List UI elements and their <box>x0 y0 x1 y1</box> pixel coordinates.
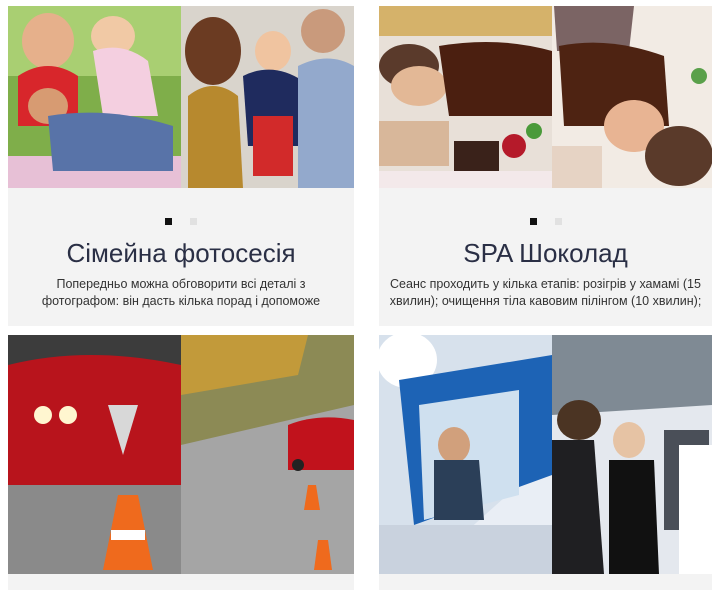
card-description: Попередньо можна обговорити всі деталі з… <box>8 276 354 310</box>
card-description-line: Попередньо можна обговорити всі деталі з <box>56 277 306 291</box>
card-description-line: Сеанс проходить у кілька етапів: розігрі… <box>390 277 701 291</box>
card-description-line: фотографом: він дасть кілька порад і доп… <box>41 294 321 308</box>
carousel-dots <box>379 218 712 225</box>
carousel-dots <box>8 218 354 225</box>
carousel-dot-2[interactable] <box>554 218 562 225</box>
airplane-photo-image <box>379 335 712 574</box>
offer-card-spa-chocolate[interactable]: SPA Шоколад Сеанс проходить у кілька ета… <box>379 6 712 326</box>
spa-photo-image <box>379 6 712 188</box>
offer-card-family-photoshoot[interactable]: Сімейна фотосесія Попередньо можна обгов… <box>8 6 354 326</box>
card-body <box>8 574 354 590</box>
card-description-line: хвилин); очищення тіла кавовим пілінгом … <box>389 294 702 308</box>
card-image-airplane[interactable] <box>379 335 712 574</box>
card-description: Сеанс проходить у кілька етапів: розігрі… <box>379 276 712 310</box>
card-image-car[interactable] <box>8 335 354 574</box>
family-photo-image <box>8 6 354 188</box>
card-image-family[interactable] <box>8 6 354 188</box>
card-title[interactable]: Сімейна фотосесія <box>8 238 354 269</box>
card-body <box>379 574 712 590</box>
card-title[interactable]: SPA Шоколад <box>379 238 712 269</box>
offer-card-car-drift[interactable] <box>8 335 354 590</box>
card-image-spa[interactable] <box>379 6 712 188</box>
car-photo-image <box>8 335 354 574</box>
offer-card-airplane[interactable] <box>379 335 712 590</box>
carousel-dot-1[interactable] <box>165 218 172 225</box>
carousel-dot-1[interactable] <box>529 218 537 225</box>
carousel-dot-2[interactable] <box>190 218 197 225</box>
